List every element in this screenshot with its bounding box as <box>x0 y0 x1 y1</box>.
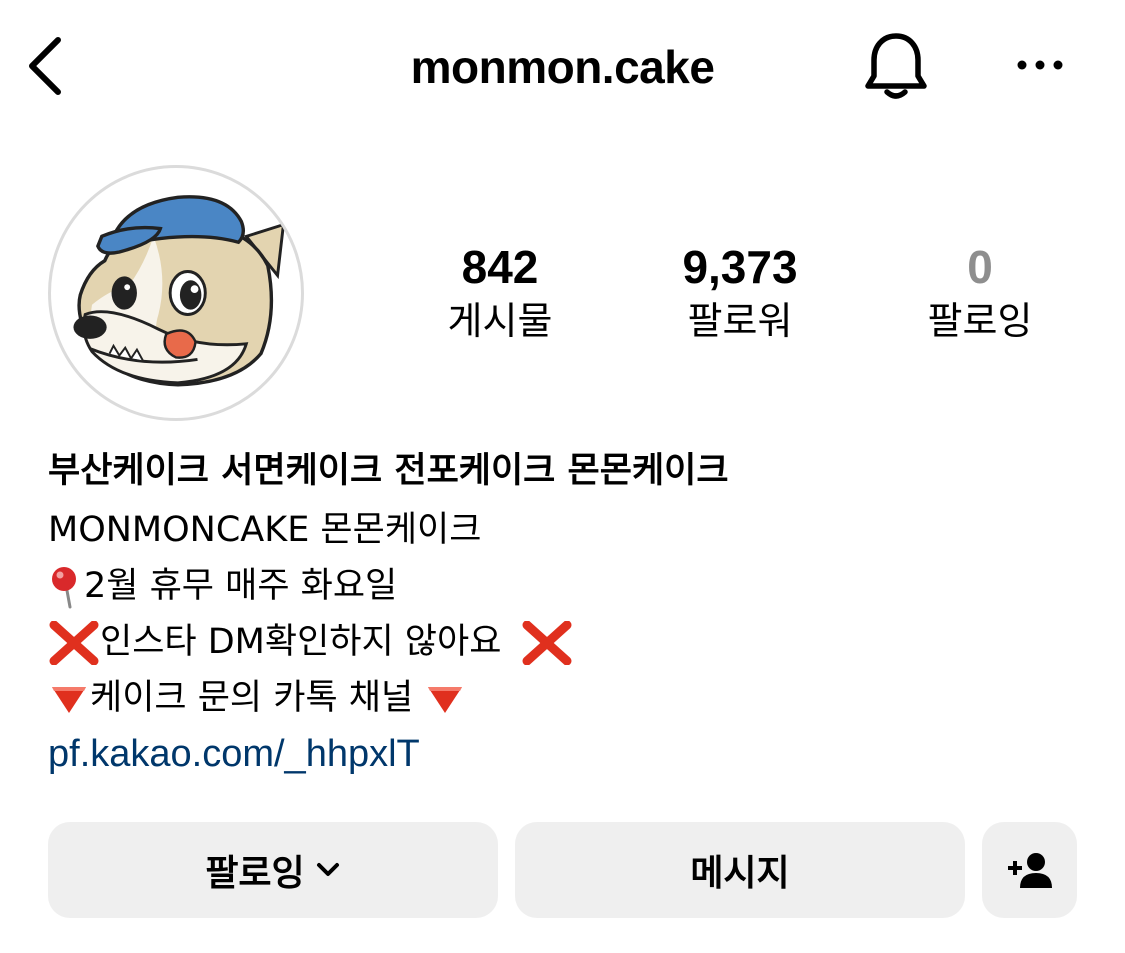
more-horizontal-icon <box>1017 60 1063 70</box>
more-options-button[interactable] <box>1010 50 1070 80</box>
following-button[interactable]: 팔로잉 <box>48 822 498 918</box>
profile-display-name: 부산케이크 서면케이크 전포케이크 몬몬케이크 <box>48 451 729 491</box>
message-button[interactable]: 메시지 <box>515 822 965 918</box>
message-button-label: 메시지 <box>690 853 790 894</box>
dm-notice-text: 인스타 DM확인하지 않아요 <box>100 622 502 662</box>
bio-link[interactable]: pf.kakao.com/_hhpxlT <box>48 733 420 775</box>
posts-count: 842 게시물 <box>400 240 600 346</box>
following-button-label: 팔로잉 <box>205 853 305 894</box>
red-triangle-down-icon <box>428 687 463 713</box>
followers-number: 9,373 <box>682 241 798 293</box>
following-number: 0 <box>967 241 993 293</box>
cross-mark-icon <box>522 621 572 665</box>
following-count[interactable]: 0 팔로잉 <box>880 240 1080 346</box>
profile-bio: 부산케이크 서면케이크 전포케이크 몬몬케이크 MONMONCAKE 몬몬케이크… <box>48 446 1078 782</box>
bell-icon <box>865 33 927 99</box>
followers-label: 팔로워 <box>687 299 793 343</box>
round-pushpin-icon <box>52 567 76 609</box>
chevron-down-icon <box>316 863 339 876</box>
dog-mascot-avatar <box>73 195 286 387</box>
top-navigation-bar: monmon.cake <box>0 0 1125 130</box>
following-label: 팔로잉 <box>927 299 1033 343</box>
profile-avatar[interactable] <box>48 165 304 421</box>
notification-button[interactable] <box>860 30 932 102</box>
holiday-text: 2월 휴무 매주 화요일 <box>84 566 398 606</box>
bio-line-brand: MONMONCAKE 몬몬케이크 <box>48 510 482 550</box>
posts-label: 게시물 <box>447 299 553 343</box>
cross-mark-icon <box>49 621 99 665</box>
bio-line-holiday: 2월 휴무 매주 화요일 <box>48 558 1078 614</box>
red-triangle-down-icon <box>52 687 86 713</box>
posts-number: 842 <box>461 241 539 293</box>
followers-count[interactable]: 9,373 팔로워 <box>640 240 840 346</box>
inquiry-text: 케이크 문의 카톡 채널 <box>90 678 414 718</box>
add-user-button[interactable] <box>982 822 1077 918</box>
add-user-icon <box>1007 853 1052 888</box>
bio-line-inquiry: 케이크 문의 카톡 채널 <box>48 670 1078 726</box>
profile-username: monmon.cake <box>410 41 715 93</box>
bio-line-dm-notice: 인스타 DM확인하지 않아요 <box>48 614 1078 670</box>
